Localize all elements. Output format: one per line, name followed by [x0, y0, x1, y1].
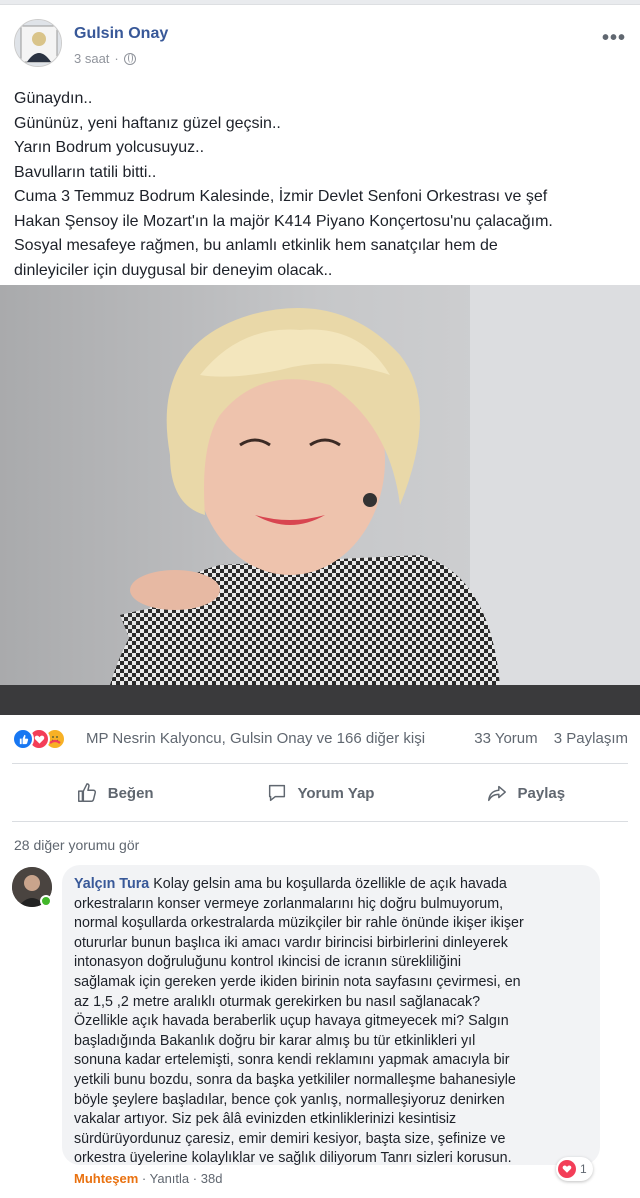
comment-line: böyle şeylere başladılar, bence çok yanl…	[74, 1091, 505, 1108]
comment-line: normal koşullarda orkestralarda müzikçil…	[74, 915, 524, 932]
comment-line: orkestraların konser vermeye zorlanmalar…	[74, 895, 504, 912]
share-button[interactable]: Paylaş	[423, 773, 628, 813]
commenter-name[interactable]: Yalçın Tura	[74, 876, 149, 892]
footer-separator: ·	[192, 1171, 201, 1186]
reactions-bar: MP Nesrin Kalyoncu, Gulsin Onay ve 166 d…	[12, 725, 628, 753]
comment-icon	[268, 784, 285, 802]
meta-separator: ·	[114, 51, 119, 66]
post-card: Gulsin Onay 3 saat · ••• Günaydın.. Günü…	[0, 4, 640, 1198]
post-line: Bavulların tatili bitti..	[14, 163, 157, 181]
comment-reaction-count: 1	[580, 1162, 587, 1176]
comment-label: Yorum Yap	[297, 784, 375, 802]
comment-count[interactable]: 33 Yorum	[474, 730, 537, 747]
comment-bubble: Yalçın Tura Kolay gelsin ama bu koşullar…	[62, 865, 600, 1166]
post-body: Günaydın.. Gününüz, yeni haftanız güzel …	[14, 87, 630, 283]
comment-line: intonasyon doğruluğunu kontrol ıkincisi …	[74, 954, 462, 971]
post-photo[interactable]	[0, 285, 640, 715]
comment-age[interactable]: 38d	[201, 1171, 223, 1186]
comment-footer: Muhteşem · Yanıtla · 38d	[74, 1171, 222, 1186]
love-icon	[558, 1160, 576, 1178]
reply-link[interactable]: Yanıtla	[150, 1171, 190, 1186]
post-line: Hakan Şensoy ile Mozart'ın la majör K414…	[14, 212, 553, 230]
footer-separator: ·	[141, 1171, 150, 1186]
like-label: Beğen	[107, 784, 154, 802]
post-line: Gününüz, yeni haftanız güzel geçsin..	[14, 114, 281, 132]
reaction-names[interactable]: MP Nesrin Kalyoncu, Gulsin Onay ve 166 d…	[86, 730, 425, 747]
post-meta: 3 saat ·	[74, 51, 136, 66]
post-actions: Beğen Yorum Yap Paylaş	[12, 773, 628, 813]
thumbs-up-icon	[77, 783, 96, 802]
like-icon	[12, 728, 34, 750]
comment-line: otururlar bunun başlıca iki amacı vardır…	[74, 934, 508, 951]
comment-line: orkestra üyelerine kolaylıklar ve sağlık…	[74, 1150, 512, 1167]
comment-reaction-link[interactable]: Muhteşem	[74, 1171, 138, 1186]
author-avatar[interactable]	[14, 19, 62, 67]
reaction-counts: 33 Yorum 3 Paylaşım	[474, 730, 628, 747]
post-line: dinleyiciler için duygusal bir deneyim o…	[14, 261, 333, 279]
share-label: Paylaş	[517, 784, 566, 802]
share-count[interactable]: 3 Paylaşım	[554, 730, 628, 747]
post-header: Gulsin Onay 3 saat · •••	[14, 19, 626, 69]
comment-line: az 1,5 ,2 metre aralıklı oturmak gerekir…	[74, 993, 481, 1010]
divider	[12, 821, 628, 822]
like-button[interactable]: Beğen	[12, 773, 217, 813]
comment-line: sürdürüyordunuz çaresiz, emir demiri kes…	[74, 1130, 506, 1147]
comment-line: sağlamak için gereken yerde ikiden birin…	[74, 973, 521, 990]
post-line: Günaydın..	[14, 90, 93, 107]
author-name[interactable]: Gulsin Onay	[74, 25, 168, 43]
more-horizontal-icon[interactable]: •••	[602, 27, 626, 50]
comment-line: vakalar artıyor. Siz pek âlâ evinizden e…	[74, 1111, 457, 1128]
globe-icon	[123, 52, 136, 65]
divider	[12, 763, 628, 764]
comment-button[interactable]: Yorum Yap	[217, 773, 422, 813]
comment-line: sonuna kadar ertelemişti, sonra kendi re…	[74, 1052, 510, 1069]
reaction-icons[interactable]	[12, 728, 84, 750]
post-line: Sosyal mesafeye rağmen, bu anlamlı etkin…	[14, 237, 498, 254]
comment-line-first: Yalçın Tura Kolay gelsin ama bu koşullar…	[74, 875, 588, 895]
post-line: Cuma 3 Temmuz Bodrum Kalesinde, İzmir De…	[14, 188, 548, 205]
share-icon	[487, 785, 506, 802]
comment-line: Kolay gelsin ama bu koşullarda özellikle…	[153, 876, 507, 892]
view-more-comments-link[interactable]: 28 diğer yorumu gör	[14, 837, 139, 853]
online-status-dot	[40, 895, 52, 907]
post-time[interactable]: 3 saat	[74, 51, 109, 66]
comment-line: Özellikle açık havada beraberlik uçup ha…	[74, 1013, 509, 1030]
comment-line: başladığında Bakanlık doğru bir karar al…	[74, 1032, 476, 1049]
post-line: Yarın Bodrum yolcusuyuz..	[14, 139, 205, 156]
comment-line: yetkili bunu bozdu, sonra da başka yetki…	[74, 1071, 516, 1088]
comment-reaction-badge[interactable]: 1	[556, 1157, 593, 1181]
